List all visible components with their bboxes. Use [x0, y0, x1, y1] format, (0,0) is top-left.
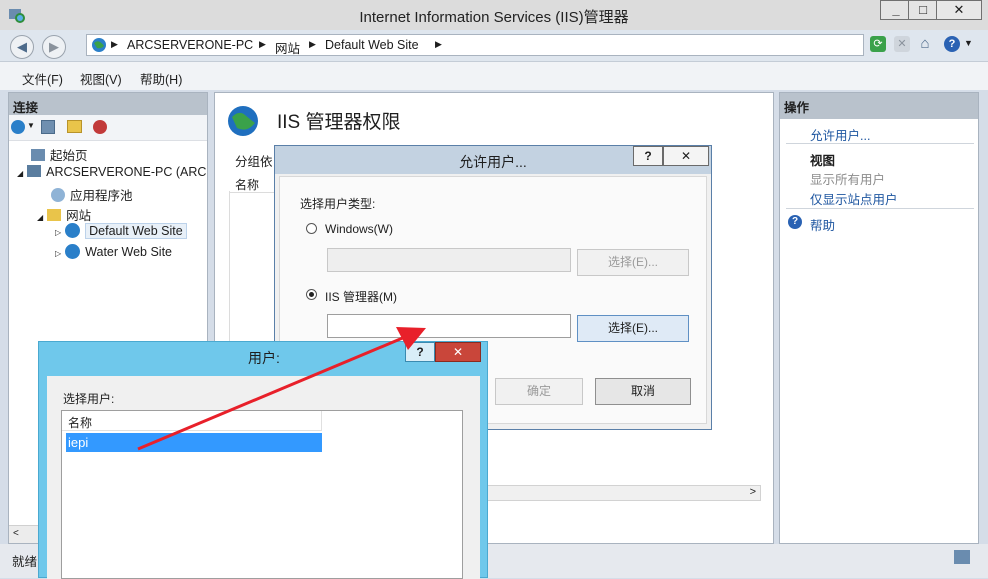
annotation-arrow [137, 327, 426, 451]
annotation-arrow-line [137, 335, 406, 451]
